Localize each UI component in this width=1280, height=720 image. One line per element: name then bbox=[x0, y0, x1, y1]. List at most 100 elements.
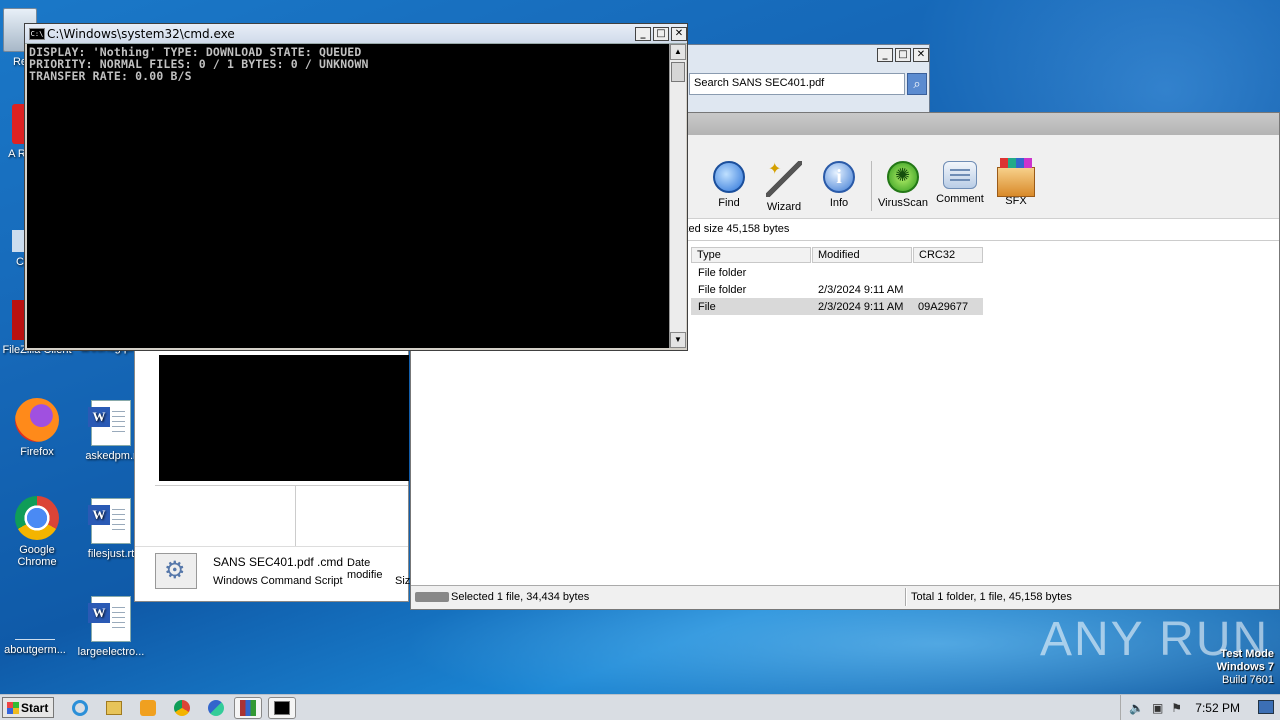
drive-key-icon bbox=[415, 592, 449, 602]
window-controls: _ □ ✕ bbox=[635, 27, 687, 41]
scroll-thumb[interactable] bbox=[671, 62, 685, 82]
desktop-icon-label: largeelectro... bbox=[77, 646, 145, 658]
console-line: TRANSFER RATE: 0.00 B/S bbox=[29, 69, 192, 83]
chrome-icon bbox=[15, 496, 59, 540]
desktop-icon-label: Google Chrome bbox=[17, 544, 57, 568]
chrome-icon bbox=[174, 700, 190, 716]
taskbar-winrar[interactable] bbox=[234, 697, 262, 719]
comment-label: Comment bbox=[936, 193, 984, 205]
preview-pane bbox=[159, 355, 409, 481]
taskbar-media-player[interactable] bbox=[134, 697, 162, 719]
row-type[interactable]: File folder bbox=[693, 282, 751, 299]
window-controls: _ □ ✕ bbox=[877, 48, 929, 62]
minimize-button[interactable]: _ bbox=[635, 27, 651, 41]
flag-icon[interactable]: ⚑ bbox=[1171, 701, 1182, 715]
desktop-icon-label: filesjust.rt bbox=[87, 548, 135, 560]
minimize-button[interactable]: _ bbox=[877, 48, 893, 62]
search-input[interactable]: Search SANS SEC401.pdf bbox=[689, 73, 905, 95]
test-mode-label: Test Mode bbox=[1220, 648, 1274, 660]
find-button[interactable]: Find bbox=[699, 161, 759, 209]
winrar-statusbar: Selected 1 file, 34,434 bytes Total 1 fo… bbox=[411, 585, 1279, 609]
bug-icon bbox=[887, 161, 919, 193]
cmd-titlebar[interactable]: C:\ C:\Windows\system32\cmd.exe _ □ ✕ bbox=[25, 24, 687, 44]
row-type[interactable]: File bbox=[693, 299, 721, 316]
row-modified bbox=[813, 265, 823, 282]
search-icon[interactable]: ⌕ bbox=[907, 73, 927, 95]
speaker-icon[interactable]: 🔈 bbox=[1129, 701, 1144, 715]
column-header-modified[interactable]: Modified bbox=[812, 247, 912, 263]
script-file-icon bbox=[155, 553, 197, 589]
info-icon: i bbox=[823, 161, 855, 193]
taskbar-cmd[interactable] bbox=[268, 697, 296, 719]
start-button[interactable]: Start bbox=[2, 697, 54, 718]
details-size-label: Siz bbox=[395, 575, 411, 587]
desktop-icon-label: aboutgerm... bbox=[4, 644, 66, 656]
wizard-label: Wizard bbox=[766, 201, 802, 213]
taskbar-edge[interactable] bbox=[202, 697, 230, 719]
cmd-icon: C:\ bbox=[29, 28, 45, 40]
status-divider bbox=[905, 588, 907, 606]
wand-icon bbox=[766, 159, 802, 197]
winrar-icon bbox=[240, 700, 256, 716]
virusscan-label: VirusScan bbox=[878, 197, 928, 209]
info-button[interactable]: i Info bbox=[809, 161, 869, 209]
maximize-button[interactable]: □ bbox=[895, 48, 911, 62]
scroll-up-icon[interactable]: ▲ bbox=[670, 44, 686, 60]
divider bbox=[135, 546, 408, 547]
taskbar-chrome[interactable] bbox=[168, 697, 196, 719]
column-header-crc32[interactable]: CRC32 bbox=[913, 247, 983, 263]
desktop-icon-aboutgerm[interactable]: aboutgerm... bbox=[0, 618, 70, 656]
desktop-icon-firefox[interactable]: Firefox bbox=[2, 398, 72, 458]
status-selected: Selected 1 file, 34,434 bytes bbox=[451, 591, 590, 603]
maximize-button[interactable]: □ bbox=[653, 27, 669, 41]
divider bbox=[295, 486, 296, 546]
desktop-icon-largeelectro[interactable]: largeelectro... bbox=[76, 596, 146, 658]
cmd-window[interactable]: C:\ C:\Windows\system32\cmd.exe _ □ ✕ DI… bbox=[24, 23, 688, 351]
close-button[interactable]: ✕ bbox=[671, 27, 687, 41]
word-document-icon bbox=[88, 498, 131, 544]
media-player-icon bbox=[140, 700, 156, 716]
clock[interactable]: 7:52 PM bbox=[1195, 701, 1240, 715]
edge-icon bbox=[208, 700, 224, 716]
comment-button[interactable]: Comment bbox=[930, 161, 990, 205]
details-file-name: SANS SEC401.pdf .cmd bbox=[213, 555, 344, 569]
desktop-icon-google-chrome[interactable]: Google Chrome bbox=[2, 496, 72, 568]
sfx-box-icon bbox=[997, 158, 1035, 197]
divider bbox=[155, 485, 408, 486]
details-file-type: Windows Command Script bbox=[213, 575, 343, 587]
virusscan-button[interactable]: VirusScan bbox=[873, 161, 933, 209]
show-desktop-button[interactable] bbox=[1258, 700, 1274, 714]
desktop-icon-label: askedpm.r bbox=[85, 450, 137, 462]
tray-icons: 🔈 ▣ ⚑ bbox=[1129, 701, 1182, 715]
system-tray: 🔈 ▣ ⚑ 7:52 PM bbox=[1120, 695, 1280, 720]
cmd-title: C:\Windows\system32\cmd.exe bbox=[47, 27, 235, 41]
search-window[interactable]: _ □ ✕ Search SANS SEC401.pdf ⌕ bbox=[686, 44, 930, 114]
magnifier-icon bbox=[713, 161, 745, 193]
test-mode-notice: Test Mode Windows 7 Build 7601 bbox=[1217, 648, 1274, 687]
cmd-icon bbox=[274, 701, 290, 715]
scroll-down-icon[interactable]: ▼ bbox=[670, 332, 686, 348]
explorer-window[interactable]: SANS SEC401.pdf .cmd Date modifie Window… bbox=[134, 340, 411, 602]
row-type[interactable]: File folder bbox=[693, 265, 751, 282]
vertical-scrollbar[interactable]: ▲ ▼ bbox=[669, 44, 686, 348]
console-output[interactable]: DISPLAY: 'Nothing' TYPE: DOWNLOAD STATE:… bbox=[27, 44, 669, 348]
row-modified: 2/3/2024 9:11 AM bbox=[818, 284, 904, 296]
close-button[interactable]: ✕ bbox=[913, 48, 929, 62]
comment-icon bbox=[943, 161, 977, 189]
taskbar-ie[interactable] bbox=[66, 697, 94, 719]
column-header-type[interactable]: Type bbox=[691, 247, 811, 263]
network-icon[interactable]: ▣ bbox=[1152, 701, 1163, 715]
word-document-icon bbox=[88, 400, 131, 446]
desktop-icon-label: Firefox bbox=[20, 446, 54, 458]
status-total: Total 1 folder, 1 file, 45,158 bytes bbox=[911, 591, 1072, 603]
taskbar: Start 🔈 ▣ ⚑ 7:52 PM bbox=[0, 694, 1280, 720]
row-crc32: 09A29677 bbox=[918, 301, 969, 313]
taskbar-explorer[interactable] bbox=[100, 697, 128, 719]
os-label: Windows 7 bbox=[1216, 661, 1274, 673]
build-label: Build 7601 bbox=[1222, 674, 1274, 686]
info-label: Info bbox=[829, 197, 849, 209]
sfx-button[interactable]: SFX bbox=[986, 158, 1046, 207]
toolbar-separator bbox=[871, 161, 872, 211]
wizard-button[interactable]: Wizard bbox=[754, 159, 814, 213]
internet-explorer-icon bbox=[72, 700, 88, 716]
